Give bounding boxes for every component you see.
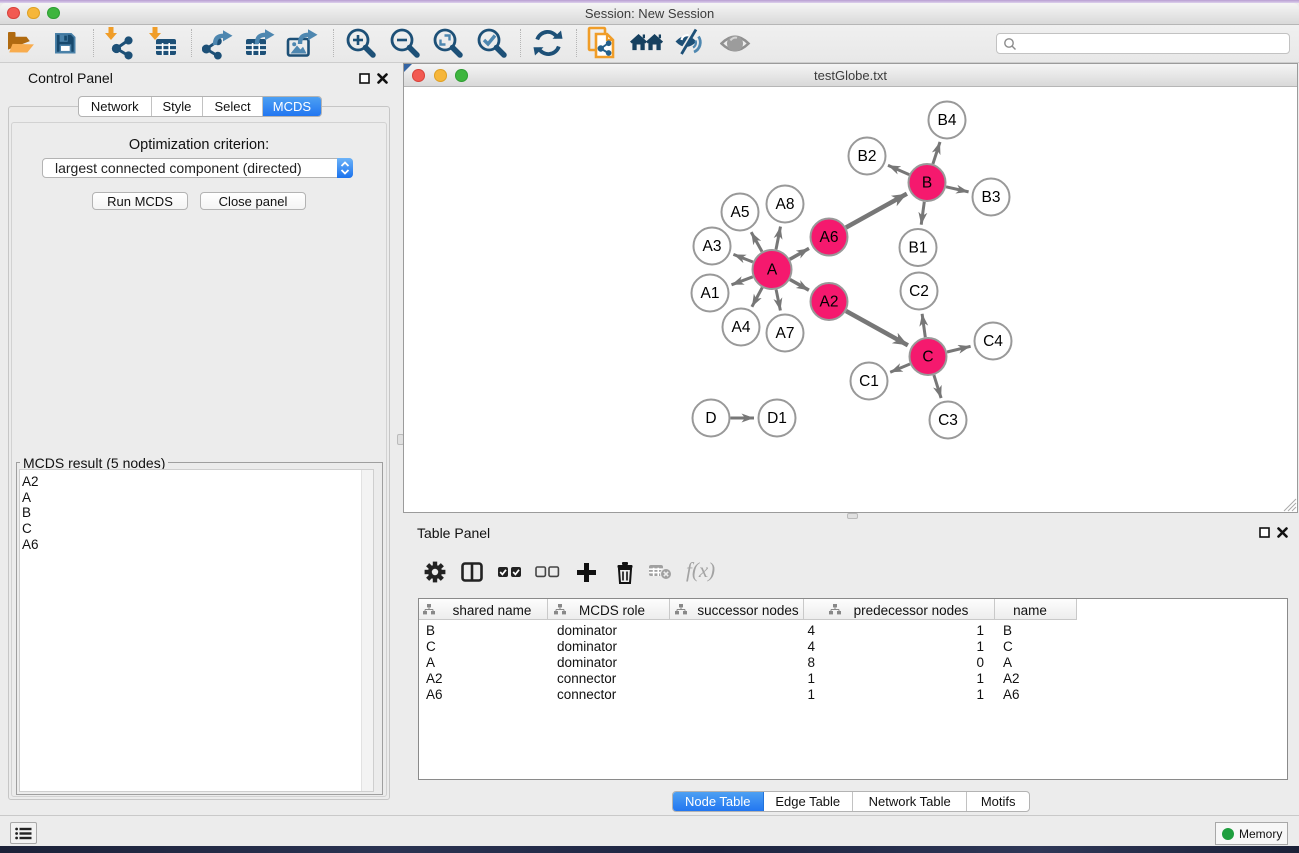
svg-text:A8: A8 (776, 196, 795, 213)
svg-text:D1: D1 (767, 410, 787, 427)
svg-text:C: C (922, 349, 933, 366)
svg-text:C1: C1 (859, 373, 879, 390)
svg-text:B3: B3 (982, 189, 1001, 206)
svg-text:A1: A1 (701, 285, 720, 302)
svg-text:B4: B4 (938, 112, 957, 129)
svg-text:A6: A6 (820, 229, 839, 246)
svg-text:A2: A2 (820, 294, 839, 311)
svg-text:D: D (705, 410, 716, 427)
svg-text:B: B (922, 175, 932, 192)
svg-text:C3: C3 (938, 412, 958, 429)
svg-text:A3: A3 (703, 238, 722, 255)
svg-text:A4: A4 (732, 319, 751, 336)
svg-text:C2: C2 (909, 283, 929, 300)
svg-text:B1: B1 (909, 240, 928, 257)
svg-text:A5: A5 (731, 204, 750, 221)
svg-text:B2: B2 (858, 148, 877, 165)
svg-text:A: A (767, 262, 778, 279)
svg-text:C4: C4 (983, 333, 1003, 350)
svg-text:A7: A7 (776, 325, 795, 342)
